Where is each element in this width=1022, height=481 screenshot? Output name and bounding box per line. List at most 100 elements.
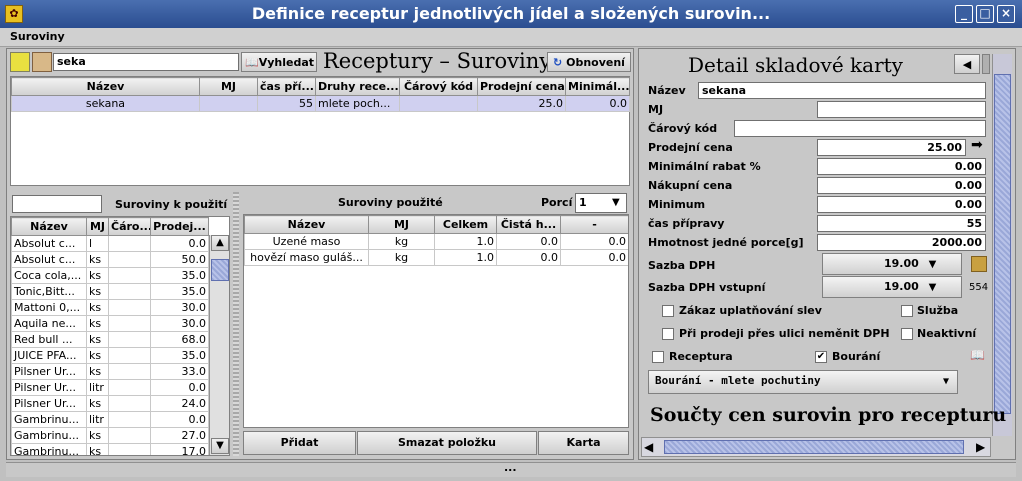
recipes-col-header[interactable]: Minimál... xyxy=(565,77,630,96)
close-button[interactable]: × xyxy=(997,5,1015,23)
used-col-header[interactable]: Název xyxy=(244,215,369,234)
card-button[interactable]: Karta xyxy=(538,431,629,455)
detail-hscrollbar[interactable]: ◀ ▶ xyxy=(641,437,991,457)
vat-select[interactable]: 19.00 ▼ xyxy=(822,253,962,275)
table-cell xyxy=(108,427,151,444)
barcode-input[interactable] xyxy=(734,120,986,137)
street-vat-label: Při prodeji přes ulici neměnit DPH xyxy=(679,327,890,340)
box-icon[interactable] xyxy=(32,52,52,72)
table-row[interactable]: Aquila ne... ks 30.0 xyxy=(11,315,209,332)
table-row[interactable]: Tonic,Bitt... ks 35.0 xyxy=(11,283,209,300)
table-cell: litr xyxy=(86,379,109,396)
table-row[interactable]: Pilsner Ur... litr 0.0 xyxy=(11,379,209,396)
table-row[interactable]: Uzené maso kg 1.0 0.0 0.0 xyxy=(244,233,628,250)
available-col-header[interactable]: Název xyxy=(11,217,87,236)
add-button[interactable]: Přidat xyxy=(243,431,356,455)
input-vat-select[interactable]: 19.00 ▼ xyxy=(822,276,962,298)
detail-scrollbar[interactable] xyxy=(992,54,1012,436)
search-button-label: Vyhledat xyxy=(258,56,315,69)
recipes-col-header[interactable]: Čárový kód xyxy=(399,77,478,96)
table-cell xyxy=(199,95,258,112)
recipes-col-header[interactable]: Druhy rece... xyxy=(315,77,400,96)
book-icon[interactable]: 📖 xyxy=(970,348,985,362)
prep-time-input[interactable]: 55 xyxy=(817,215,986,232)
table-cell xyxy=(108,235,151,252)
used-col-header[interactable]: Čistá h... xyxy=(496,215,561,234)
table-cell: ks xyxy=(86,363,109,380)
portion-weight-input[interactable]: 2000.00 xyxy=(817,234,986,251)
service-checkbox[interactable] xyxy=(901,305,913,317)
table-cell: 68.0 xyxy=(150,331,209,348)
table-row[interactable]: Pilsner Ur... ks 24.0 xyxy=(11,395,209,412)
table-row[interactable]: Pilsner Ur... ks 33.0 xyxy=(11,363,209,380)
detail-scroll-thumb[interactable] xyxy=(994,74,1011,414)
table-row[interactable]: sekana 55 mlete poch... 25.0 0.0 xyxy=(11,95,630,112)
table-row[interactable]: Absolut c... ks 50.0 xyxy=(11,251,209,268)
no-discount-checkbox[interactable] xyxy=(662,305,674,317)
table-cell xyxy=(108,347,151,364)
mj-input[interactable] xyxy=(817,101,986,118)
refresh-button[interactable]: ↻ Obnovení xyxy=(547,52,631,72)
search-input[interactable]: seka xyxy=(53,53,239,71)
cutting-checkbox[interactable]: ✔ xyxy=(815,351,827,363)
scroll-thumb[interactable] xyxy=(211,259,229,281)
maximize-button[interactable]: □ xyxy=(976,5,994,23)
scroll-up-icon[interactable]: ▲ xyxy=(211,235,229,251)
table-cell: 35.0 xyxy=(150,347,209,364)
status-bar: ... xyxy=(6,461,1016,477)
recipes-col-header[interactable]: Název xyxy=(11,77,200,96)
coins-icon[interactable] xyxy=(971,256,987,272)
used-col-header[interactable]: MJ xyxy=(368,215,435,234)
recipe-checkbox[interactable] xyxy=(652,351,664,363)
recipes-col-header[interactable]: MJ xyxy=(199,77,258,96)
available-col-header[interactable]: Prodej... xyxy=(150,217,209,236)
hscroll-thumb[interactable] xyxy=(664,440,964,454)
purchase-price-input[interactable]: 0.00 xyxy=(817,177,986,194)
table-row[interactable]: Red bull ... ks 68.0 xyxy=(11,331,209,348)
sale-price-input[interactable]: 25.00 xyxy=(817,139,966,156)
nazev-input[interactable]: sekana xyxy=(698,82,986,99)
portions-select[interactable]: 1 ▼ xyxy=(575,193,627,213)
table-cell: 30.0 xyxy=(150,315,209,332)
available-col-header[interactable]: MJ xyxy=(86,217,109,236)
available-col-header[interactable]: Čáro... xyxy=(108,217,151,236)
search-button[interactable]: 📖Vyhledat xyxy=(241,52,317,72)
table-row[interactable]: Gambrinu... ks 27.0 xyxy=(11,427,209,444)
minimize-button[interactable]: _ xyxy=(955,5,973,23)
table-row[interactable]: Gambrinu... ks 17.0 xyxy=(11,443,209,455)
cutting-select[interactable]: Bourání - mlete pochutiny ▼ xyxy=(648,370,958,394)
delete-item-button[interactable]: Smazat položku xyxy=(357,431,537,455)
window-title: Definice receptur jednotlivých jídel a s… xyxy=(251,4,771,23)
inactive-checkbox[interactable] xyxy=(901,328,913,340)
menu-suroviny[interactable]: Suroviny xyxy=(10,30,65,43)
detail-title: Detail skladové karty xyxy=(688,53,903,77)
recipes-col-header[interactable]: čas pří... xyxy=(257,77,316,96)
table-row[interactable]: JUICE PFA... ks 35.0 xyxy=(11,347,209,364)
tag-icon[interactable]: ◀ xyxy=(954,54,980,74)
table-row[interactable]: hovězí maso guláš... kg 1.0 0.0 0.0 xyxy=(244,249,628,266)
table-cell: Absolut c... xyxy=(11,235,87,252)
available-filter-input[interactable] xyxy=(12,195,102,213)
table-row[interactable]: Gambrinu... litr 0.0 xyxy=(11,411,209,428)
arrow-right-icon[interactable]: ➡ xyxy=(971,137,983,153)
used-col-header[interactable]: - xyxy=(560,215,628,234)
scroll-down-icon[interactable]: ▼ xyxy=(211,438,229,454)
min-discount-input[interactable]: 0.00 xyxy=(817,158,986,175)
available-scrollbar[interactable]: ▲ ▼ xyxy=(209,235,229,455)
table-cell: 25.0 xyxy=(477,95,566,112)
table-cell: JUICE PFA... xyxy=(11,347,87,364)
scroll-right-icon[interactable]: ▶ xyxy=(976,440,985,454)
table-cell: Tonic,Bitt... xyxy=(11,283,87,300)
filter-icon[interactable] xyxy=(10,52,30,72)
table-row[interactable]: Mattoni 0,... ks 30.0 xyxy=(11,299,209,316)
splitter-handle[interactable] xyxy=(233,192,239,456)
street-vat-checkbox[interactable] xyxy=(662,328,674,340)
minimum-input[interactable]: 0.00 xyxy=(817,196,986,213)
scroll-left-icon[interactable]: ◀ xyxy=(644,440,653,454)
recipes-col-header[interactable]: Prodejní cena xyxy=(477,77,566,96)
calculator-icon[interactable] xyxy=(982,54,990,74)
used-col-header[interactable]: Celkem xyxy=(434,215,497,234)
recipes-header-row: Název MJ čas pří... Druhy rece... Čárový kód… xyxy=(11,77,630,96)
table-row[interactable]: Coca cola,... ks 35.0 xyxy=(11,267,209,284)
table-row[interactable]: Absolut c... l 0.0 xyxy=(11,235,209,252)
